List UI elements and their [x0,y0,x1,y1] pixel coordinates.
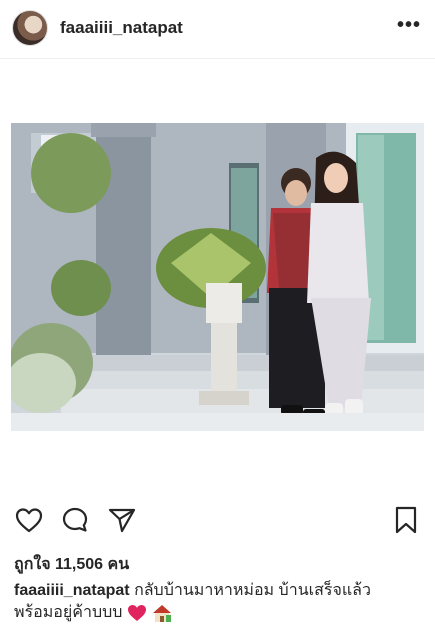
share-icon[interactable] [107,505,137,535]
caption-text-line2: พร้อมอยู่ค้าบบบ [14,604,123,621]
post-caption: faaaiiii_natapat กลับบ้านมาหาหม่อม บ้านเ… [14,580,424,624]
house-emoji [153,604,172,622]
more-options-icon[interactable]: ••• [397,14,421,37]
avatar[interactable] [12,10,48,46]
caption-text-line1: กลับบ้านมาหาหม่อม บ้านเสร็จแล้ว [134,582,371,599]
post-actions-bar [0,505,435,541]
caption-username[interactable]: faaaiiii_natapat [14,582,130,599]
comment-icon[interactable] [60,505,90,535]
post-media-area[interactable] [0,59,435,499]
bookmark-icon[interactable] [391,505,421,535]
heart-emoji [127,604,146,621]
post-username[interactable]: faaaiiii_natapat [60,18,183,38]
likes-count[interactable]: ถูกใจ 11,506 คน [14,552,129,577]
post-header: faaaiiii_natapat ••• [0,0,435,58]
heart-icon[interactable] [14,505,44,535]
post-photo [11,123,424,431]
